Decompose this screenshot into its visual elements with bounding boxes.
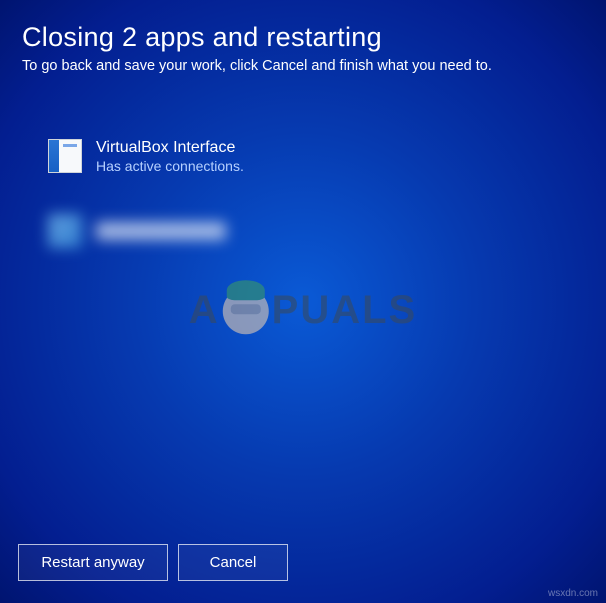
virtualbox-icon <box>48 139 82 173</box>
watermark-logo: A PUALS <box>189 288 417 334</box>
app-text: VirtualBox Interface Has active connecti… <box>96 139 244 174</box>
obscured-app-icon <box>48 214 82 248</box>
app-status: Has active connections. <box>96 158 244 174</box>
watermark-prefix: A <box>189 288 220 333</box>
source-attribution: wsxdn.com <box>548 588 598 599</box>
watermark-mascot-icon <box>223 288 269 334</box>
action-buttons: Restart anyway Cancel <box>18 544 288 581</box>
restart-anyway-button[interactable]: Restart anyway <box>18 544 168 581</box>
header: Closing 2 apps and restarting To go back… <box>0 0 606 84</box>
app-item-virtualbox: VirtualBox Interface Has active connecti… <box>48 139 606 174</box>
apps-list: VirtualBox Interface Has active connecti… <box>0 139 606 248</box>
obscured-app-label <box>96 222 226 240</box>
watermark-suffix: PUALS <box>272 288 418 333</box>
page-title: Closing 2 apps and restarting <box>22 22 586 53</box>
cancel-button[interactable]: Cancel <box>178 544 288 581</box>
app-name: VirtualBox Interface <box>96 139 244 157</box>
app-item-obscured <box>48 214 606 248</box>
page-subtitle: To go back and save your work, click Can… <box>22 58 586 74</box>
